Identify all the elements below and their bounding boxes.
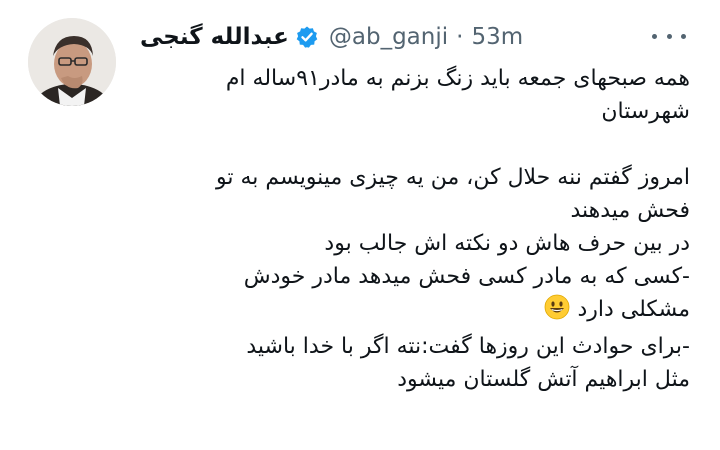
tweet-line-with-emoji: مشکلی دارد [135,293,690,330]
tweet-line: فحش میدهند [570,198,690,223]
header-separator: · [456,24,464,50]
grinning-face-emoji [544,294,570,330]
tweet-line: شهرستان [601,99,690,124]
more-dots-icon[interactable] [652,26,686,46]
author-display-name[interactable]: عبدالله گنجی [140,24,289,50]
tweet-line: در بین حرف هاش دو نکته اش جالب بود [324,231,690,256]
tweet-line: مشکلی دارد [577,297,690,322]
tweet-text: همه صبحهای جمعه باید زنگ بزنم به مادر۹۱س… [135,62,690,396]
author-handle[interactable]: @ab_ganji [329,24,448,50]
tweet-line: امروز گفتم ننه حلال کن، من یه چیزی مینوی… [216,165,690,190]
verified-badge-icon [295,25,319,49]
tweet-line: همه صبحهای جمعه باید زنگ بزنم به مادر۹۱س… [225,66,690,91]
tweet-line: -کسی که به مادر کسی فحش میدهد مادر خودش [243,264,690,289]
tweet-line: مثل ابراهیم آتش گلستان میشود [397,367,690,392]
tweet-header: عبدالله گنجی @ab_ganji · 53m [140,20,523,54]
tweet-timestamp[interactable]: 53m [471,24,523,50]
author-avatar[interactable] [28,18,116,106]
tweet-line: -برای حوادث این روزها گفت:نته اگر با خدا… [246,334,690,359]
